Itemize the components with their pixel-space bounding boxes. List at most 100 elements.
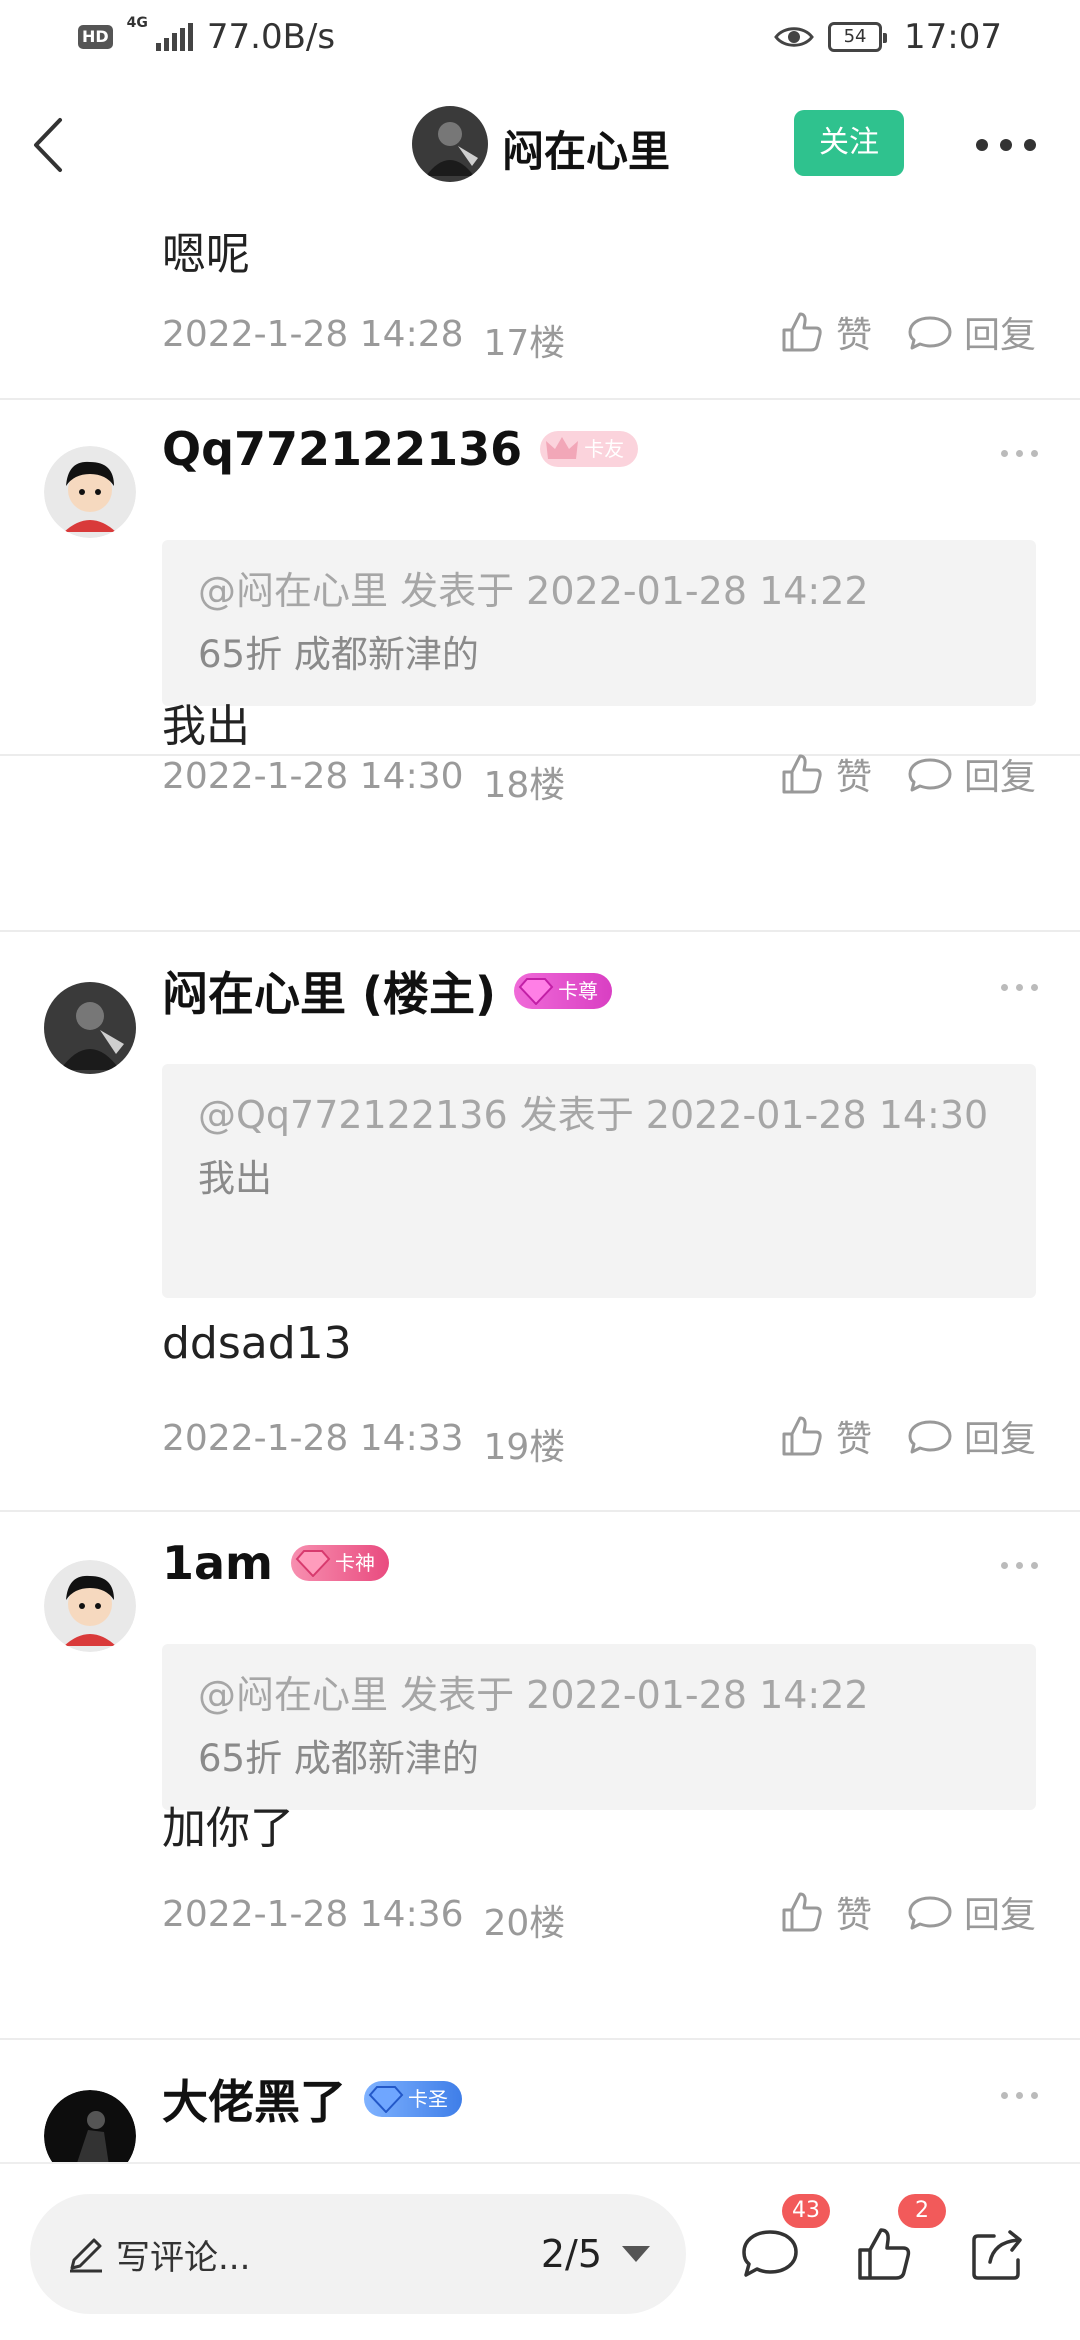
comment-more-button[interactable] — [1001, 2092, 1038, 2099]
comment-item: 嗯呢 2022-1-28 14:28 17楼 赞 回复 — [0, 210, 1080, 400]
like-count-badge: 2 — [898, 2194, 946, 2228]
back-arrow-icon — [34, 118, 62, 172]
write-comment-input[interactable]: 写评论... 2/5 — [30, 2194, 686, 2314]
quoted-comment[interactable]: @闷在心里 发表于 2022-01-28 14:22 65折 成都新津的 — [162, 540, 1036, 706]
status-bar: HD 4G 77.0B/s 54 17:07 — [0, 0, 1080, 74]
comment-floor: 19楼 — [483, 1427, 566, 1468]
thumb-up-icon — [782, 1416, 822, 1456]
hd-icon: HD — [78, 25, 113, 49]
network-type: 4G — [126, 15, 148, 31]
speech-bubble-icon — [908, 1896, 952, 1930]
reply-label: 回复 — [963, 1895, 1036, 1936]
avatar[interactable] — [44, 1560, 136, 1652]
like-label: 赞 — [835, 1419, 872, 1460]
username[interactable]: 大佬黑了 — [162, 2066, 346, 2132]
avatar[interactable] — [44, 982, 136, 1074]
quote-meta: @Qq772122136 发表于 2022-01-28 14:30 — [198, 1093, 989, 1137]
thumb-up-icon — [782, 1892, 822, 1932]
signal-icon — [155, 23, 193, 51]
crown-icon — [546, 437, 579, 459]
comment-more-button[interactable] — [1001, 450, 1038, 457]
comment-item: 1am 卡神 @闷在心里 发表于 2022-01-28 14:22 65折 成都… — [0, 1512, 1080, 2042]
speech-bubble-icon — [908, 316, 952, 350]
like-button[interactable]: 赞 — [778, 748, 872, 800]
speech-bubble-icon — [908, 1420, 952, 1454]
like-button[interactable]: 赞 — [778, 306, 872, 358]
author-name[interactable]: 闷在心里 — [502, 118, 670, 179]
quote-meta: @闷在心里 发表于 2022-01-28 14:22 — [198, 1673, 869, 1717]
comment-actions: 赞 回复 — [778, 1886, 1036, 1938]
back-button[interactable] — [24, 110, 84, 180]
avatar[interactable] — [44, 2090, 136, 2162]
like-button[interactable]: 赞 — [778, 1886, 872, 1938]
reply-button[interactable]: 回复 — [906, 306, 1036, 358]
comment-more-button[interactable] — [1001, 984, 1038, 991]
author-avatar[interactable] — [412, 106, 488, 182]
quote-text: 我出 — [198, 1157, 272, 1200]
more-menu-button[interactable] — [976, 130, 1038, 160]
comment-content: 加你了 — [162, 1803, 294, 1854]
dot-icon — [976, 139, 988, 151]
comment-meta: 2022-1-28 14:36 20楼 — [162, 1894, 565, 1946]
quote-text: 65折 成都新津的 — [198, 1737, 479, 1780]
comment-actions: 赞 回复 — [778, 306, 1036, 358]
comments-button[interactable]: 43 — [738, 2194, 830, 2286]
comment-item: 闷在心里 (楼主) 卡尊 @Qq772122136 发表于 2022-01-28… — [0, 932, 1080, 1512]
comment-date: 2022-1-28 14:36 — [162, 1894, 464, 1935]
reply-label: 回复 — [963, 1419, 1036, 1460]
comment-meta: 2022-1-28 14:28 17楼 — [162, 314, 565, 366]
quoted-comment[interactable]: @闷在心里 发表于 2022-01-28 14:22 65折 成都新津的 — [162, 1644, 1036, 1810]
comment-count-badge: 43 — [782, 2194, 830, 2228]
comment-feed[interactable]: 嗯呢 2022-1-28 14:28 17楼 赞 回复 Qq772122136 … — [0, 210, 1080, 2162]
comment-floor: 17楼 — [483, 323, 566, 364]
comment-header: Qq772122136 卡友 — [162, 422, 639, 476]
comment-meta: 2022-1-28 14:33 19楼 — [162, 1418, 565, 1470]
status-right: 54 17:07 — [774, 17, 1002, 57]
clock: 17:07 — [904, 17, 1002, 57]
page-indicator[interactable]: 2/5 — [541, 2232, 602, 2276]
level-badge: 卡尊 — [514, 973, 613, 1009]
share-button[interactable] — [966, 2222, 1030, 2286]
status-left: HD 4G 77.0B/s — [78, 15, 336, 57]
comment-date: 2022-1-28 14:33 — [162, 1418, 464, 1459]
eye-icon — [774, 27, 814, 47]
quote-meta: @闷在心里 发表于 2022-01-28 14:22 — [198, 569, 869, 613]
dot-icon — [1000, 139, 1012, 151]
username[interactable]: 1am — [162, 1536, 273, 1590]
reply-button[interactable]: 回复 — [906, 748, 1036, 800]
diamond-icon — [295, 1550, 331, 1577]
avatar[interactable] — [44, 446, 136, 538]
level-badge: 卡友 — [540, 431, 639, 467]
follow-button[interactable]: 关注 — [794, 110, 904, 176]
comment-content: ddsad13 — [162, 1318, 352, 1369]
comment-more-button[interactable] — [1001, 1562, 1038, 1569]
comment-meta: 2022-1-28 14:30 18楼 — [162, 756, 565, 808]
like-label: 赞 — [835, 315, 872, 356]
like-button[interactable]: 赞 — [778, 1410, 872, 1462]
username[interactable]: 闷在心里 (楼主) — [162, 958, 496, 1024]
comment-item: Qq772122136 卡友 @闷在心里 发表于 2022-01-28 14:2… — [0, 400, 1080, 756]
reply-button[interactable]: 回复 — [906, 1886, 1036, 1938]
reply-button[interactable]: 回复 — [906, 1410, 1036, 1462]
comment-content: 我出 — [162, 701, 250, 752]
dot-icon — [1024, 139, 1036, 151]
share-icon — [972, 2230, 1022, 2280]
speech-bubble-icon — [742, 2230, 798, 2277]
like-label: 赞 — [835, 757, 872, 798]
reply-label: 回复 — [963, 315, 1036, 356]
thumb-up-icon — [782, 312, 822, 352]
like-label: 赞 — [835, 1895, 872, 1936]
network-speed: 77.0B/s — [206, 17, 336, 57]
comment-item: 大佬黑了 卡圣 — [0, 2040, 1080, 2162]
comment-actions: 赞 回复 — [778, 748, 1036, 800]
like-post-button[interactable]: 2 — [852, 2194, 946, 2286]
comment-content: 嗯呢 — [162, 229, 250, 280]
dropdown-arrow-icon[interactable] — [622, 2246, 650, 2262]
quoted-comment[interactable]: @Qq772122136 发表于 2022-01-28 14:30 我出 — [162, 1064, 1036, 1298]
quote-text: 65折 成都新津的 — [198, 633, 479, 676]
username[interactable]: Qq772122136 — [162, 422, 522, 476]
speech-bubble-icon — [908, 758, 952, 792]
comment-header: 大佬黑了 卡圣 — [162, 2066, 462, 2132]
thumb-up-icon — [858, 2228, 911, 2280]
diamond-icon — [368, 2086, 404, 2113]
